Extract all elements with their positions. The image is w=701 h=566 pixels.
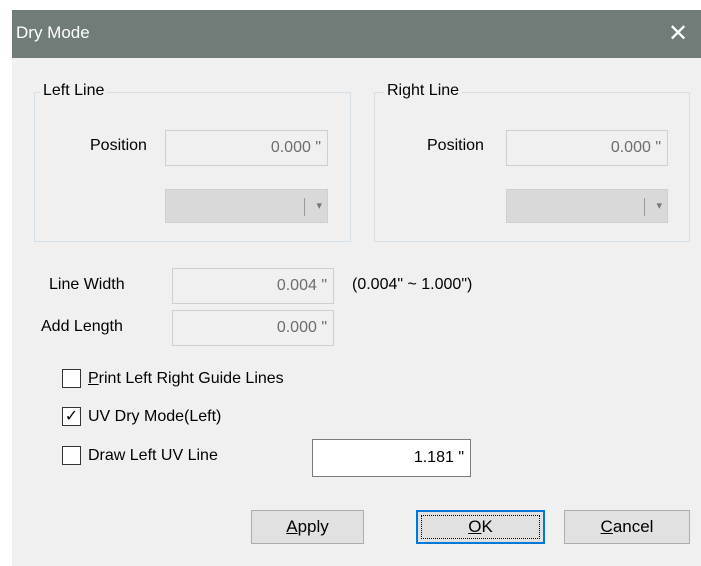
title-bar: Dry Mode ✕ xyxy=(12,10,701,58)
dry-mode-dialog: Dry Mode ✕ Left Line Position 0.000 " ▾ … xyxy=(12,10,701,566)
line-width-field[interactable]: 0.004 " xyxy=(172,268,334,304)
line-width-range: (0.004" ~ 1.000") xyxy=(352,276,473,293)
print-guide-lines-checkbox[interactable] xyxy=(62,369,81,388)
mnemonic-char: A xyxy=(286,517,298,536)
window-title: Dry Mode xyxy=(16,23,90,42)
right-position-field[interactable]: 0.000 " xyxy=(506,130,668,166)
button-text: pply xyxy=(297,517,329,536)
cancel-button[interactable]: Cancel xyxy=(564,510,690,544)
right-line-group: Right Line Position 0.000 " ▾ xyxy=(374,82,690,242)
uv-dry-mode-checkbox[interactable]: ✓ xyxy=(62,407,81,426)
add-length-label: Add Length xyxy=(41,318,123,335)
dropdown-separator xyxy=(644,198,645,216)
apply-button[interactable]: Apply xyxy=(251,510,364,544)
left-line-dropdown[interactable]: ▾ xyxy=(165,189,328,223)
left-position-label: Position xyxy=(90,137,147,154)
add-length-field[interactable]: 0.000 " xyxy=(172,310,334,346)
check-icon: ✓ xyxy=(64,408,79,425)
button-text: ancel xyxy=(612,517,654,536)
uv-line-value-field[interactable]: 1.181 " xyxy=(312,439,471,477)
focus-rect xyxy=(421,515,540,539)
label-text: rint Left Right Guide Lines xyxy=(98,370,284,387)
chevron-down-icon: ▾ xyxy=(316,200,322,212)
dropdown-separator xyxy=(304,198,305,216)
draw-uv-line-checkbox[interactable] xyxy=(62,446,81,465)
left-line-legend: Left Line xyxy=(40,82,108,100)
chevron-down-icon: ▾ xyxy=(656,200,662,212)
left-line-group: Left Line Position 0.000 " ▾ xyxy=(34,82,351,242)
left-position-field[interactable]: 0.000 " xyxy=(165,130,328,166)
uv-dry-mode-label[interactable]: UV Dry Mode(Left) xyxy=(88,408,221,426)
line-width-label: Line Width xyxy=(49,276,125,293)
close-icon[interactable]: ✕ xyxy=(655,10,701,58)
right-line-dropdown[interactable]: ▾ xyxy=(506,189,668,223)
draw-uv-line-label[interactable]: Draw Left UV Line xyxy=(88,447,218,465)
print-guide-lines-label[interactable]: Print Left Right Guide Lines xyxy=(88,370,284,388)
ok-button[interactable]: OK xyxy=(416,510,545,544)
right-line-legend: Right Line xyxy=(384,82,463,100)
right-position-label: Position xyxy=(427,137,484,154)
mnemonic-char: C xyxy=(600,517,613,536)
mnemonic-char: P xyxy=(88,370,99,387)
